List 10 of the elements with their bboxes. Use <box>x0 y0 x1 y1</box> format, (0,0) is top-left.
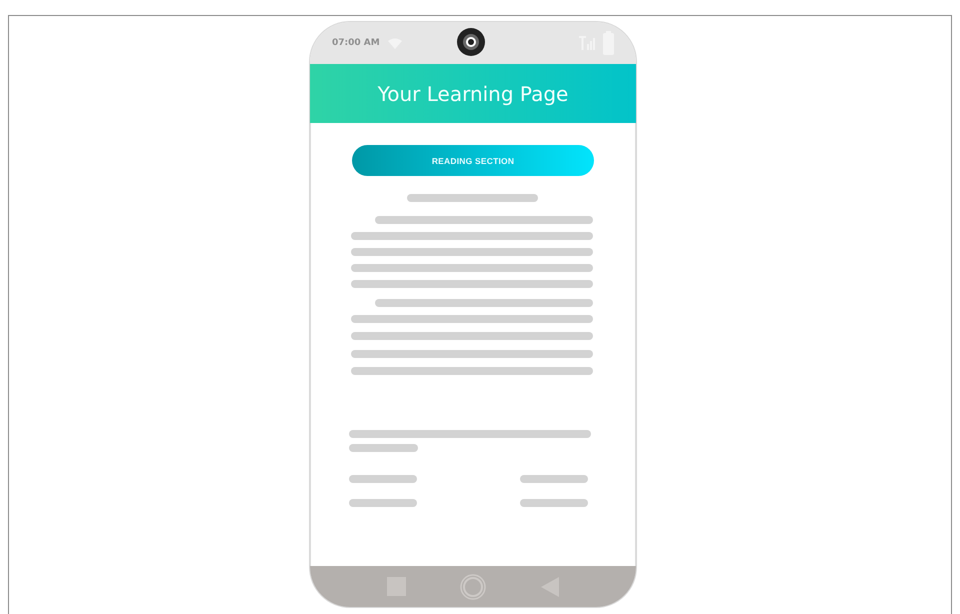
reading-section-button[interactable]: READING SECTION <box>352 145 594 176</box>
camera-icon <box>456 27 486 57</box>
placeholder-line <box>520 475 588 483</box>
placeholder-line <box>520 499 588 507</box>
placeholder-line <box>349 444 418 452</box>
status-time: 07:00 AM <box>332 38 380 48</box>
placeholder-line <box>349 475 417 483</box>
home-icon[interactable] <box>460 574 486 600</box>
placeholder-line <box>349 499 417 507</box>
page-title: Your Learning Page <box>378 82 568 106</box>
